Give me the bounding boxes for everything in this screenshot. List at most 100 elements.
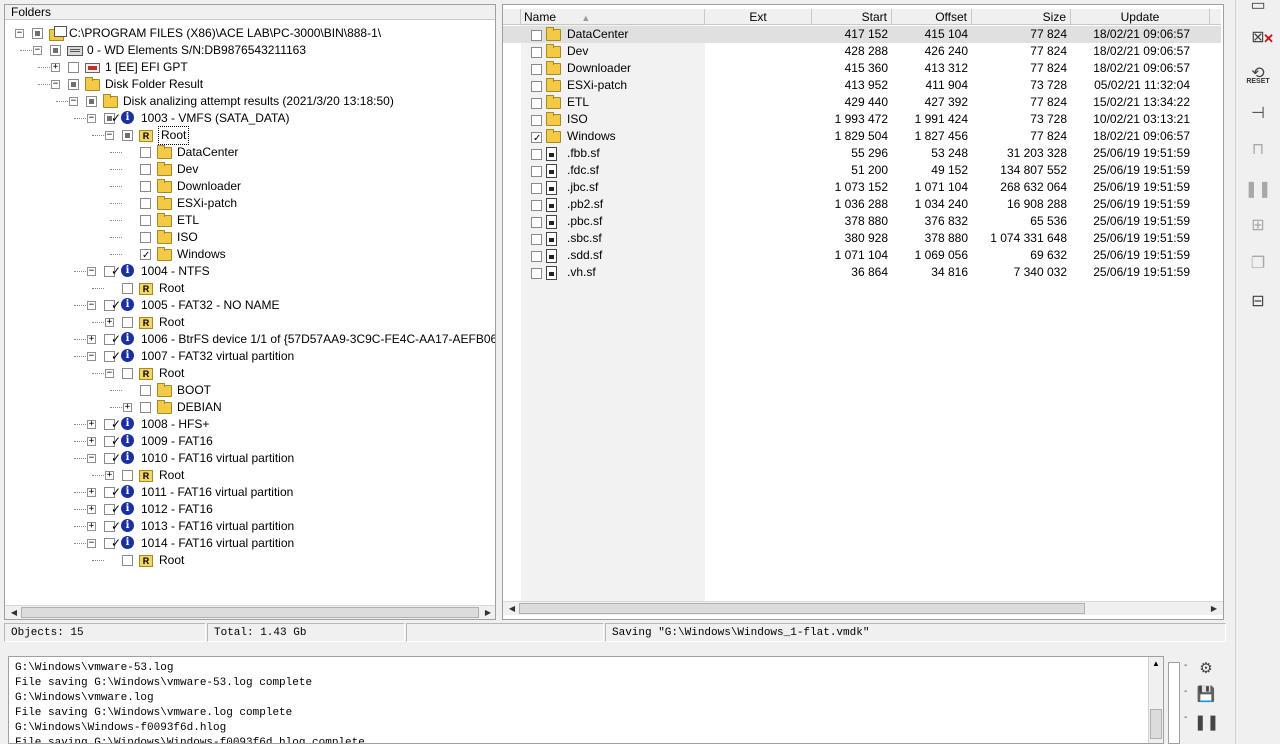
- tree-node-label[interactable]: 1012 - FAT16: [141, 501, 213, 518]
- expand-icon[interactable]: +: [51, 63, 60, 72]
- tree-node-label[interactable]: ESXi-patch: [177, 195, 237, 212]
- tree-node-label[interactable]: 1007 - FAT32 virtual partition: [141, 348, 294, 365]
- file-row[interactable]: ISO 1 993 472 1 991 424 73 728 10/02/21 03:1…: [503, 111, 1221, 128]
- file-checkbox[interactable]: [531, 234, 542, 245]
- file-row[interactable]: .fdc.sf 51 200 49 152 134 807 552 25/06/19 1…: [503, 162, 1221, 179]
- scroll-right-arrow-icon[interactable]: ▶: [481, 606, 495, 619]
- tree-node[interactable]: + ✓ i 1008 - HFS+: [5, 416, 495, 433]
- file-row[interactable]: ETL 429 440 427 392 77 824 15/02/21 13:34:22: [503, 94, 1221, 111]
- file-row[interactable]: .sbc.sf 380 928 378 880 1 074 331 648 25/06/…: [503, 230, 1221, 247]
- expand-icon[interactable]: +: [87, 335, 96, 344]
- file-row[interactable]: Downloader 415 360 413 312 77 824 18/02/21 0…: [503, 60, 1221, 77]
- log-vertical-scrollbar[interactable]: ▲: [1148, 657, 1163, 743]
- tree-node-label[interactable]: 0 - WD Elements S/N:DB9876543211163: [87, 42, 306, 59]
- collapse-icon[interactable]: −: [87, 352, 96, 361]
- file-row[interactable]: .vh.sf 36 864 34 816 7 340 032 25/06/19 19:5…: [503, 264, 1221, 281]
- tree-node-checkbox[interactable]: [140, 247, 151, 264]
- collapse-icon[interactable]: −: [33, 46, 42, 55]
- log-level-slider[interactable]: [1168, 662, 1180, 744]
- tree-node-label[interactable]: Root: [159, 280, 184, 297]
- tree-node-label[interactable]: 1010 - FAT16 virtual partition: [141, 450, 294, 467]
- tree-node[interactable]: − ✓ i 1004 - NTFS: [5, 263, 495, 280]
- tree-node-label[interactable]: Root: [159, 467, 184, 484]
- tree-node-label[interactable]: 1004 - NTFS: [141, 263, 210, 280]
- file-checkbox[interactable]: [531, 268, 542, 279]
- disconnect-icon[interactable]: ⊠ ✕: [1242, 24, 1274, 52]
- tree-node-checkbox[interactable]: [122, 317, 133, 328]
- file-row[interactable]: .pb2.sf 1 036 288 1 034 240 16 908 288 25/06…: [503, 196, 1221, 213]
- tree-node-label[interactable]: 1009 - FAT16: [141, 433, 213, 450]
- tree-node-label[interactable]: 1013 - FAT16 virtual partition: [141, 518, 294, 535]
- pause-log-icon[interactable]: ❚❚: [1194, 712, 1219, 734]
- tree-node-label[interactable]: Root: [159, 314, 184, 331]
- tree-node-checkbox[interactable]: [140, 385, 151, 396]
- tree-node-checkbox[interactable]: [68, 79, 79, 90]
- tree-node-label[interactable]: 1008 - HFS+: [141, 416, 209, 433]
- file-checkbox[interactable]: [531, 200, 542, 211]
- file-checkbox[interactable]: [531, 251, 542, 262]
- file-checkbox[interactable]: [531, 149, 542, 160]
- tree-node[interactable]: − Disk analizing attempt results (2021/3/…: [5, 93, 495, 110]
- tree-node-checkbox[interactable]: [122, 283, 133, 294]
- column-header-size[interactable]: Size: [972, 9, 1071, 25]
- tree-node-checkbox[interactable]: [140, 215, 151, 226]
- tree-node[interactable]: ETL: [5, 212, 495, 229]
- tree-node-label[interactable]: C:\PROGRAM FILES (X86)\ACE LAB\PC-3000\B…: [69, 25, 381, 42]
- file-row[interactable]: ESXi-patch 413 952 411 904 73 728 05/02/21 1…: [503, 77, 1221, 94]
- column-header-update[interactable]: Update: [1071, 9, 1210, 25]
- expand-icon[interactable]: +: [87, 488, 96, 497]
- folder-tree[interactable]: − C:\PROGRAM FILES (X86)\ACE LAB\PC-3000\…: [5, 21, 495, 606]
- pause-icon[interactable]: ❚❚: [1242, 176, 1274, 204]
- log-panel[interactable]: G:\Windows\vmware-53.log File saving G:\W…: [8, 656, 1164, 744]
- tree-node-label[interactable]: 1011 - FAT16 virtual partition: [141, 484, 293, 501]
- tree-node-checkbox[interactable]: [122, 555, 133, 566]
- hierarchy-icon[interactable]: ⊞: [1242, 212, 1274, 240]
- tree-node[interactable]: − R Root: [5, 126, 495, 145]
- tree-node-label[interactable]: ISO: [177, 229, 198, 246]
- tree-node[interactable]: + DEBIAN: [5, 399, 495, 416]
- tree-node[interactable]: + R Root: [5, 314, 495, 331]
- tree-node-label[interactable]: 1005 - FAT32 - NO NAME: [141, 297, 280, 314]
- tree-node-checkbox[interactable]: [68, 62, 79, 73]
- scroll-up-arrow-icon[interactable]: ▲: [1149, 657, 1163, 671]
- copy-icon[interactable]: ❐: [1242, 250, 1274, 278]
- tree-node[interactable]: ESXi-patch: [5, 195, 495, 212]
- tree-node[interactable]: − ✓ i 1003 - VMFS (SATA_DATA): [5, 110, 495, 127]
- tree-node-label[interactable]: 1 [EE] EFI GPT: [105, 59, 188, 76]
- tree-node-checkbox[interactable]: [50, 45, 61, 56]
- tree-node[interactable]: R Root: [5, 552, 495, 569]
- collapse-icon[interactable]: −: [87, 114, 96, 123]
- column-header-start[interactable]: Start: [812, 9, 892, 25]
- adapter-icon[interactable]: ⊟: [1242, 288, 1274, 316]
- tree-node[interactable]: − ✓ i 1005 - FAT32 - NO NAME: [5, 297, 495, 314]
- expand-icon[interactable]: +: [123, 403, 132, 412]
- tree-node[interactable]: + ✓ i 1012 - FAT16: [5, 501, 495, 518]
- tree-node-checkbox[interactable]: [140, 181, 151, 192]
- file-checkbox[interactable]: [531, 30, 542, 41]
- tree-node-label[interactable]: 1003 - VMFS (SATA_DATA): [141, 110, 289, 127]
- collapse-icon[interactable]: −: [105, 369, 114, 378]
- save-log-icon[interactable]: 💾: [1194, 684, 1218, 706]
- file-checkbox[interactable]: [531, 81, 542, 92]
- scroll-left-arrow-icon[interactable]: ◀: [7, 606, 21, 619]
- window-icon[interactable]: ▭: [1242, 0, 1274, 20]
- file-row[interactable]: Dev 428 288 426 240 77 824 18/02/21 09:06:57: [503, 43, 1221, 60]
- tree-node-checkbox[interactable]: [32, 28, 43, 39]
- tree-node[interactable]: − 0 - WD Elements S/N:DB9876543211163: [5, 42, 495, 59]
- tree-node-label[interactable]: BOOT: [177, 382, 211, 399]
- tree-node[interactable]: − ✓ i 1014 - FAT16 virtual partition: [5, 535, 495, 552]
- tree-node[interactable]: DataCenter: [5, 144, 495, 161]
- tree-node[interactable]: Dev: [5, 161, 495, 178]
- collapse-icon[interactable]: −: [87, 301, 96, 310]
- tree-node-checkbox[interactable]: [122, 368, 133, 379]
- file-checkbox[interactable]: [531, 166, 542, 177]
- file-row[interactable]: Windows 1 829 504 1 827 456 77 824 18/02/21 …: [503, 128, 1221, 147]
- tree-node[interactable]: R Root: [5, 280, 495, 297]
- tree-node-checkbox[interactable]: [86, 96, 97, 107]
- scroll-right-arrow-icon[interactable]: ▶: [1207, 602, 1221, 615]
- file-checkbox[interactable]: [531, 183, 542, 194]
- tool-connector-icon[interactable]: ⊣: [1242, 100, 1274, 128]
- tree-node[interactable]: − R Root: [5, 365, 495, 382]
- tree-node[interactable]: − ✓ i 1007 - FAT32 virtual partition: [5, 348, 495, 365]
- tree-node[interactable]: − C:\PROGRAM FILES (X86)\ACE LAB\PC-3000\…: [5, 25, 495, 42]
